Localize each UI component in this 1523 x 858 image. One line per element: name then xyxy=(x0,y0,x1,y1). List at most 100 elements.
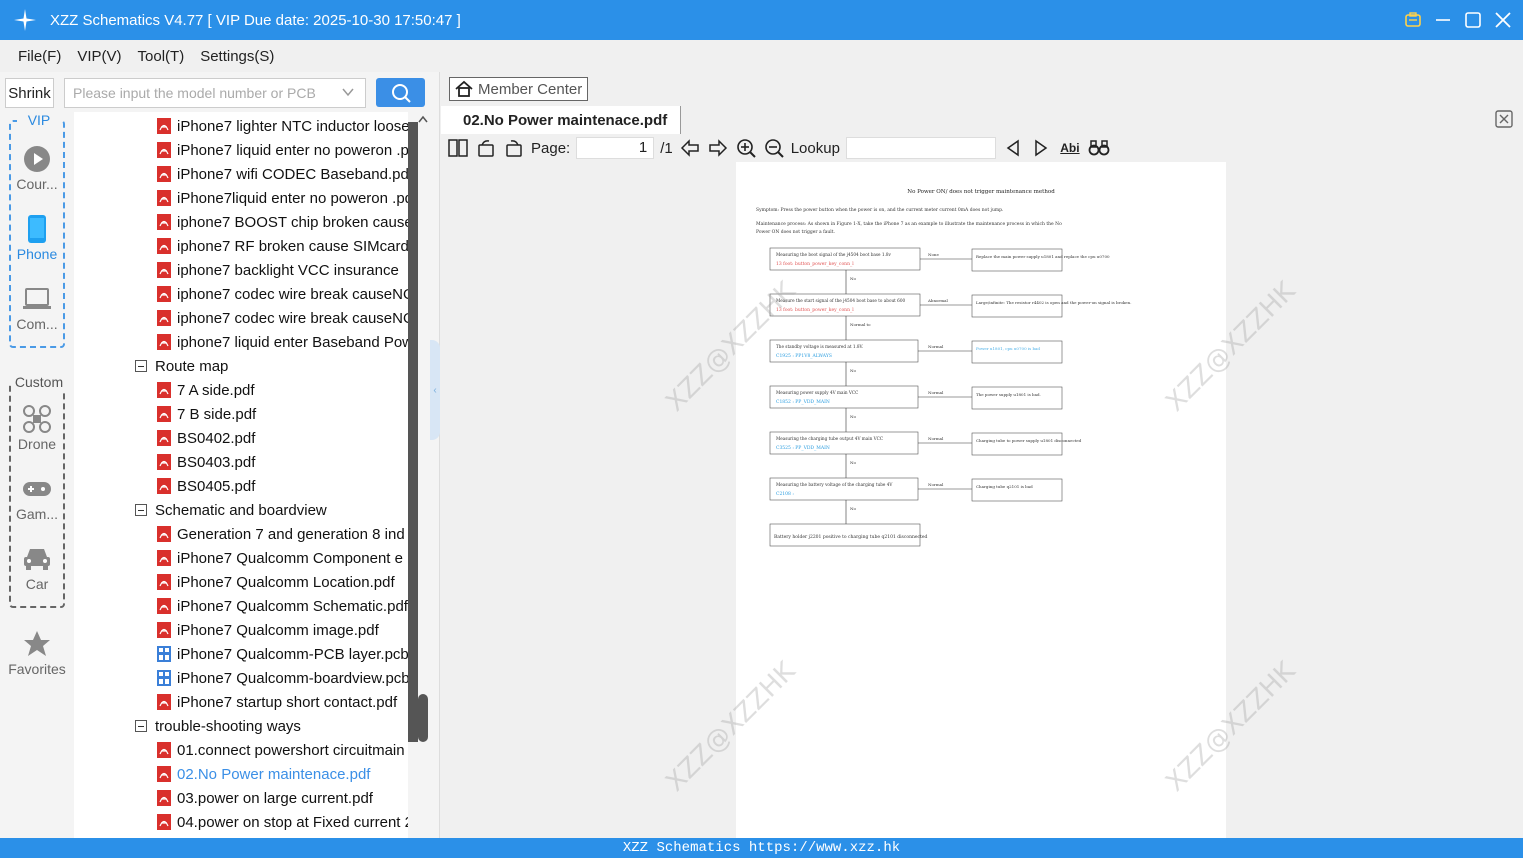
tree-file[interactable]: iPhone7 liquid enter no poweron .pdf xyxy=(74,138,408,162)
tree-item-label: iPhone7 liquid enter no poweron .pdf xyxy=(177,141,408,159)
flow-down-label: No xyxy=(850,276,857,281)
tree-file[interactable]: iphone7 BOOST chip broken cause xyxy=(74,210,408,234)
tree-file[interactable]: 01.connect powershort circuitmain xyxy=(74,738,408,762)
tree-folder[interactable]: Schematic and boardview xyxy=(74,498,408,522)
menu-tool[interactable]: Tool(T) xyxy=(138,48,185,65)
flow-down-label: No xyxy=(850,414,857,419)
find-binoculars-icon[interactable] xyxy=(1088,137,1110,159)
tree-file[interactable]: iPhone7 lighter NTC inductor loose xyxy=(74,114,408,138)
right-panel: Member Center 02.No Power maintenace.pdf… xyxy=(441,72,1523,838)
doc-final-step: Battery holder j2201 positive to chargin… xyxy=(774,534,928,540)
status-bar: XZZ Schematics https://www.xzz.hk xyxy=(0,838,1523,858)
category-drone[interactable]: Drone xyxy=(0,402,74,452)
tree-file[interactable]: Generation 7 and generation 8 ind xyxy=(74,522,408,546)
close-button[interactable] xyxy=(1493,10,1513,30)
tree-file[interactable]: 7 B side.pdf xyxy=(74,402,408,426)
zoom-out-icon[interactable] xyxy=(763,137,785,159)
tree-file[interactable]: iPhone7 Qualcomm-PCB layer.pcb xyxy=(74,642,408,666)
tree-file[interactable]: iPhone7 Qualcomm Component e xyxy=(74,546,408,570)
menu-settings[interactable]: Settings(S) xyxy=(200,48,274,65)
tree-file[interactable]: 7 A side.pdf xyxy=(74,378,408,402)
tree-item-label: iPhone7 lighter NTC inductor loose xyxy=(177,117,408,135)
flow-step-text: Measuring power supply 4V main VCC xyxy=(776,390,858,395)
flow-side-text: Power u1801, cpu u0700 is bad xyxy=(976,346,1040,351)
menu-vip[interactable]: VIP(V) xyxy=(77,48,121,65)
category-computer[interactable]: Com... xyxy=(0,282,74,332)
tree-file[interactable]: BS0403.pdf xyxy=(74,450,408,474)
tree-file[interactable]: iPhone7 Qualcomm Location.pdf xyxy=(74,570,408,594)
pdf-file-icon xyxy=(157,454,171,470)
category-course[interactable]: Cour... xyxy=(0,142,74,192)
phone-icon xyxy=(0,212,74,246)
lookup-input[interactable] xyxy=(845,137,996,159)
tree-file[interactable]: iPhone7 wifi CODEC Baseband.pdf xyxy=(74,162,408,186)
tree-file[interactable]: BS0405.pdf xyxy=(74,474,408,498)
panel-splitter[interactable]: ‹ xyxy=(430,340,440,440)
two-page-icon[interactable] xyxy=(447,137,469,159)
tree-file[interactable]: iPhone7 Qualcomm image.pdf xyxy=(74,618,408,642)
tree-file[interactable]: iphone7 backlight VCC insurance xyxy=(74,258,408,282)
custom-label: Custom xyxy=(11,374,67,390)
tree-item-label: iPhone7 startup short contact.pdf xyxy=(177,693,398,711)
tree-file[interactable]: iphone7 codec wire break causeNO xyxy=(74,306,408,330)
tree-item-label: iPhone7 Qualcomm Component e xyxy=(177,549,403,567)
pcb-file-icon xyxy=(157,646,171,662)
tree-file[interactable]: iPhone7liquid enter no poweron .pdf xyxy=(74,186,408,210)
pdf-file-icon xyxy=(157,286,171,302)
collapse-icon[interactable] xyxy=(135,720,147,732)
page-input[interactable]: 1 xyxy=(576,137,655,159)
pdf-viewer[interactable]: No Power ON/ does not trigger maintenanc… xyxy=(441,162,1523,838)
tree-file[interactable]: 02.No Power maintenace.pdf xyxy=(74,762,408,786)
scroll-thumb[interactable] xyxy=(418,694,428,742)
tree-item-label: iPhone7 Qualcomm Location.pdf xyxy=(177,573,395,591)
next-result-icon[interactable] xyxy=(1030,137,1052,159)
search-input[interactable]: Please input the model number or PCB xyxy=(64,78,366,108)
chevron-down-icon[interactable] xyxy=(341,85,355,102)
menu-file[interactable]: File(F) xyxy=(18,48,61,65)
previous-result-icon[interactable] xyxy=(1002,137,1024,159)
category-game[interactable]: Gam... xyxy=(0,472,74,522)
tree-file[interactable]: iphone7 liquid enter Baseband Pow xyxy=(74,330,408,354)
pdf-file-icon xyxy=(157,766,171,782)
maximize-button[interactable] xyxy=(1463,10,1483,30)
tree-file[interactable]: 04.power on stop at Fixed current 2 xyxy=(74,810,408,834)
shrink-button[interactable]: Shrink xyxy=(5,78,54,108)
tree-file[interactable]: iPhone7 Qualcomm-boardview.pcb xyxy=(74,666,408,690)
flow-step-sub: C3525 : PP_VDD_MAIN xyxy=(776,445,830,451)
category-phone[interactable]: Phone xyxy=(0,212,74,262)
tree-folder[interactable]: Route map xyxy=(74,354,408,378)
tree-file[interactable]: BS0402.pdf xyxy=(74,426,408,450)
tree-file[interactable]: iphone7 RF broken cause SIMcard xyxy=(74,234,408,258)
minimize-button[interactable] xyxy=(1433,10,1453,30)
tree-scrollbar[interactable] xyxy=(408,112,430,838)
pdf-file-icon xyxy=(157,790,171,806)
match-case-icon[interactable]: Abi xyxy=(1058,137,1082,159)
close-tab-icon[interactable] xyxy=(1495,110,1513,128)
app-logo-icon xyxy=(0,0,50,40)
zoom-in-icon[interactable] xyxy=(735,137,757,159)
pdf-file-icon xyxy=(157,262,171,278)
rotate-left-icon[interactable] xyxy=(475,137,497,159)
tree-file[interactable]: 03.power on large current.pdf xyxy=(74,786,408,810)
tree-file[interactable]: iPhone7 Qualcomm Schematic.pdf xyxy=(74,594,408,618)
tree-file[interactable]: iphone7 codec wire break causeNO xyxy=(74,282,408,306)
tree-folder[interactable]: trouble-shooting ways xyxy=(74,714,408,738)
search-button[interactable] xyxy=(376,78,425,107)
tab-document[interactable]: 02.No Power maintenace.pdf xyxy=(441,106,681,134)
arrow-left-icon[interactable] xyxy=(679,137,701,159)
tree-file[interactable]: iPhone7 startup short contact.pdf xyxy=(74,690,408,714)
pdf-file-icon xyxy=(157,142,171,158)
arrow-right-icon[interactable] xyxy=(707,137,729,159)
flow-step: Measuring the battery voltage of the cha… xyxy=(769,477,1063,524)
category-favorites[interactable]: Favorites xyxy=(0,627,74,677)
clipboard-icon[interactable] xyxy=(1403,10,1423,30)
category-car[interactable]: Car xyxy=(0,542,74,592)
flow-step: The standby voltage is measured at 1.8V.… xyxy=(769,339,1063,386)
flow-edge-label: Normal xyxy=(928,482,944,487)
collapse-icon[interactable] xyxy=(135,504,147,516)
collapse-icon[interactable] xyxy=(135,360,147,372)
member-center-button[interactable]: Member Center xyxy=(449,77,588,101)
pdf-file-icon xyxy=(157,598,171,614)
rotate-right-icon[interactable] xyxy=(503,137,525,159)
pdf-file-icon xyxy=(157,694,171,710)
